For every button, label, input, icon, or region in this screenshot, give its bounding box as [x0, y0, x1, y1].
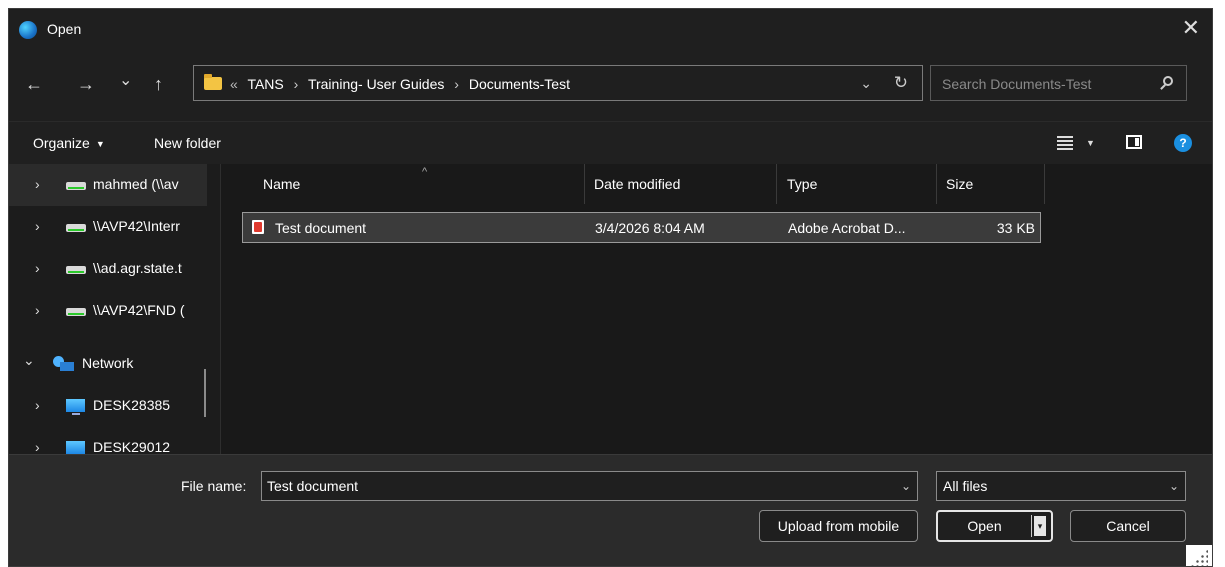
resize-grip-icon[interactable]	[1186, 545, 1212, 566]
address-bar[interactable]: « TANS › Training- User Guides › Documen…	[193, 65, 923, 101]
search-placeholder: Search Documents-Test	[942, 76, 1092, 92]
column-header-type[interactable]: Type	[787, 176, 817, 192]
file-type: Adobe Acrobat D...	[788, 220, 906, 236]
chevron-down-icon[interactable]: ⌄	[1169, 479, 1179, 493]
organize-button[interactable]: Organize ▼	[33, 135, 105, 151]
sidebar-item-desk28385[interactable]: › DESK28385	[9, 385, 207, 427]
folder-icon	[204, 74, 222, 90]
chevron-right-icon[interactable]: ›	[35, 260, 40, 276]
command-bar: Organize ▼ New folder ▼ ?	[9, 121, 1212, 165]
address-dropdown-icon[interactable]: ⌄	[860, 75, 872, 92]
sidebar-item-label: DESK29012	[93, 439, 171, 454]
file-type-select[interactable]: All files ⌄	[936, 471, 1186, 501]
up-arrow-icon[interactable]: ↑	[154, 74, 163, 94]
breadcrumb-item-training[interactable]: Training- User Guides	[308, 76, 444, 92]
sort-ascending-icon: ^	[422, 166, 428, 178]
sidebar-item-label: Network	[82, 355, 134, 371]
sidebar-item-ad-agr-state[interactable]: › \\ad.agr.state.t	[9, 248, 207, 290]
close-icon[interactable]: ✕	[1182, 16, 1200, 40]
open-button-label: Open	[967, 518, 1002, 534]
sidebar-scrollbar[interactable]	[204, 369, 206, 417]
file-name-label: File name:	[181, 478, 247, 494]
column-divider[interactable]	[936, 164, 937, 204]
sidebar-item-label: mahmed (\\av	[93, 176, 179, 192]
computer-icon	[66, 441, 85, 454]
chevron-right-icon[interactable]: ›	[35, 218, 40, 234]
network-drive-icon	[66, 266, 86, 274]
sidebar-item-mahmed[interactable]: › mahmed (\\av	[9, 164, 207, 206]
column-header-size[interactable]: Size	[946, 176, 973, 192]
sidebar-item-label: \\AVP42\Interr	[93, 218, 180, 234]
file-name: Test document	[275, 220, 367, 236]
file-date-modified: 3/4/2026 8:04 AM	[595, 220, 705, 236]
view-options-icon[interactable]	[1057, 136, 1073, 150]
column-divider[interactable]	[776, 164, 777, 204]
caret-down-icon: ▼	[95, 139, 105, 150]
navigation-pane: › mahmed (\\av › \\AVP42\Interr › \\ad.a…	[9, 164, 220, 454]
network-drive-icon	[66, 224, 86, 232]
sidebar-item-avp42-interr[interactable]: › \\AVP42\Interr	[9, 206, 207, 248]
column-divider[interactable]	[584, 164, 585, 204]
chevron-right-icon[interactable]: ›	[35, 176, 40, 192]
caret-down-icon[interactable]: ▼	[1086, 138, 1095, 148]
help-icon[interactable]: ?	[1174, 134, 1192, 152]
breadcrumb-overflow[interactable]: «	[230, 76, 238, 92]
breadcrumb-item-tans[interactable]: TANS	[247, 76, 283, 92]
pdf-icon	[252, 220, 264, 234]
column-header-name[interactable]: Name	[263, 176, 300, 192]
column-divider[interactable]	[1044, 164, 1045, 204]
refresh-icon[interactable]: ↻	[894, 73, 908, 93]
breadcrumb-separator[interactable]: ›	[454, 76, 459, 92]
title-bar: Open ✕	[9, 9, 1212, 49]
dialog-footer: File name: Test document ⌄ All files ⌄ U…	[9, 454, 1212, 566]
chevron-right-icon[interactable]: ›	[35, 439, 40, 454]
preview-pane-icon[interactable]	[1126, 135, 1142, 149]
chevron-down-icon[interactable]: ⌄	[901, 479, 911, 493]
recent-locations-chevron-icon[interactable]: ⌄	[119, 71, 132, 91]
sidebar-item-desk29012[interactable]: › DESK29012	[9, 427, 207, 454]
breadcrumb: « TANS › Training- User Guides › Documen…	[230, 76, 570, 92]
search-icon[interactable]	[1163, 76, 1173, 86]
chevron-right-icon[interactable]: ›	[35, 302, 40, 318]
file-name-field[interactable]: Test document ⌄	[261, 471, 918, 501]
back-arrow-icon[interactable]: ←	[25, 74, 43, 94]
network-drive-icon	[66, 308, 86, 316]
navigation-bar: ← → ⌄ ↑ « TANS › Training- User Guides ›…	[9, 49, 1212, 121]
file-list: ^ Name Date modified Type Size Test docu…	[221, 164, 1212, 454]
column-header-date-modified[interactable]: Date modified	[594, 176, 680, 192]
breadcrumb-item-documents-test[interactable]: Documents-Test	[469, 76, 570, 92]
breadcrumb-separator[interactable]: ›	[294, 76, 299, 92]
open-dialog: Open ✕ ← → ⌄ ↑ « TANS › Training- User G…	[8, 8, 1213, 567]
edge-browser-icon	[19, 21, 37, 39]
window-title: Open	[47, 21, 82, 37]
upload-from-mobile-button[interactable]: Upload from mobile	[759, 510, 918, 542]
open-button[interactable]: Open ▾	[936, 510, 1053, 542]
split-button-divider	[1031, 515, 1032, 537]
chevron-down-icon[interactable]: ⌄	[23, 352, 35, 369]
cancel-button[interactable]: Cancel	[1070, 510, 1186, 542]
organize-label: Organize	[33, 135, 90, 151]
new-folder-button[interactable]: New folder	[154, 135, 221, 151]
sidebar-item-network[interactable]: ⌄ Network	[9, 343, 207, 385]
sidebar-item-label: DESK28385	[93, 397, 171, 413]
computer-icon	[66, 399, 85, 415]
network-drive-icon	[66, 182, 86, 190]
file-type-value: All files	[943, 478, 988, 494]
search-input[interactable]: Search Documents-Test	[930, 65, 1187, 101]
sidebar-item-label: \\AVP42\FND (	[93, 302, 185, 318]
sidebar-item-avp42-fnd[interactable]: › \\AVP42\FND (	[9, 290, 207, 332]
file-size: 33 KB	[996, 220, 1035, 236]
file-name-value: Test document	[267, 478, 359, 494]
file-row[interactable]: Test document 3/4/2026 8:04 AM Adobe Acr…	[242, 212, 1041, 243]
chevron-right-icon[interactable]: ›	[35, 397, 40, 413]
open-options-arrow-icon[interactable]: ▾	[1034, 516, 1046, 536]
sidebar-item-label: \\ad.agr.state.t	[93, 260, 182, 276]
forward-arrow-icon[interactable]: →	[77, 74, 95, 94]
network-icon	[53, 356, 75, 372]
